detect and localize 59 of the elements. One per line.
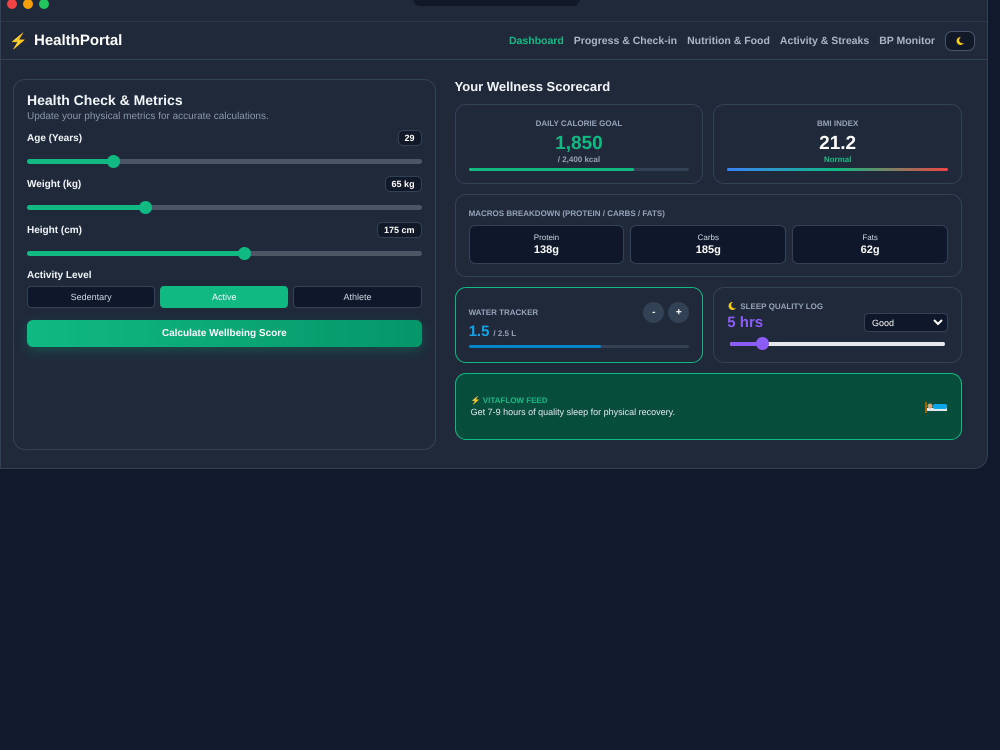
card-label: MACROS BREAKDOWN (PROTEIN / CARBS / FATS) <box>468 209 666 218</box>
sleep-slider[interactable] <box>730 337 945 350</box>
close-dot[interactable] <box>7 0 17 8</box>
increase-button[interactable]: + <box>668 302 690 323</box>
scorecard-title: Your Wellness Scorecard <box>454 79 612 94</box>
calorie-target: / 2,400 kcal <box>558 155 600 164</box>
macro-name: Carbs <box>698 233 719 242</box>
brand-name: HealthPortal <box>34 32 122 50</box>
nav-link[interactable]: BP Monitor <box>879 34 935 46</box>
slider-value: 29 <box>398 130 422 146</box>
maximize-dot[interactable] <box>39 0 49 8</box>
slider-label: Age (Years) <box>27 132 82 144</box>
bolt-icon: ⚡ <box>9 32 28 50</box>
slider-value: 65 kg <box>384 176 422 192</box>
feed-label: VITAFLOW FEED <box>482 396 548 405</box>
slider[interactable] <box>27 155 422 168</box>
theme-toggle-button[interactable] <box>945 30 975 50</box>
nav-link[interactable]: Activity & Streaks <box>780 34 870 46</box>
card-label: WATER TRACKER <box>468 308 538 317</box>
activity-label: Activity Level <box>27 270 92 281</box>
card-label: DAILY CALORIE GOAL <box>536 119 622 128</box>
nav-link[interactable]: Dashboard <box>508 34 564 46</box>
water-unit: / 2.5 L <box>493 329 516 338</box>
macro-name: Protein <box>534 233 560 242</box>
slider-label: Weight (kg) <box>27 178 82 190</box>
macro-name: Fats <box>862 233 878 242</box>
quality-select[interactable]: Good <box>864 313 948 332</box>
macro-value: 185g <box>696 244 721 256</box>
water-value: 1.5 <box>468 323 490 340</box>
bmi-value: 21.2 <box>819 133 856 155</box>
panel-title: Health Check & Metrics <box>27 92 184 108</box>
card-label: BMI INDEX <box>816 119 858 128</box>
slider[interactable] <box>27 201 422 214</box>
activity-option[interactable]: Athlete <box>293 286 422 308</box>
macro-value: 62g <box>860 244 880 256</box>
slider-thumb[interactable] <box>107 155 120 168</box>
moon-icon <box>955 36 965 46</box>
slider[interactable] <box>27 247 422 260</box>
slider-thumb[interactable] <box>138 201 152 214</box>
sleep-slider-thumb[interactable] <box>756 337 769 350</box>
bmi-status: Normal <box>824 155 852 164</box>
nav-link[interactable]: Nutrition & Food <box>687 34 770 46</box>
card-label: SLEEP QUALITY LOG <box>740 302 824 310</box>
sleep-value: 5 hrs <box>727 314 764 331</box>
macro-value: 138g <box>534 244 559 256</box>
minimize-dot[interactable] <box>23 0 33 8</box>
slider-thumb[interactable] <box>238 247 250 260</box>
slider-label: Height (cm) <box>27 224 82 236</box>
calorie-value: 1,850 <box>555 133 603 155</box>
bed-icon <box>925 400 947 412</box>
slider-value: 175 cm <box>377 222 422 238</box>
nav-link[interactable]: Progress & Check-in <box>574 34 678 46</box>
feed-message: Get 7-9 hours of quality sleep for physical recovery. <box>470 407 675 417</box>
bolt-icon: ⚡ <box>470 396 481 405</box>
chevron-down-icon <box>933 319 943 326</box>
moon-icon <box>727 301 738 311</box>
activity-option[interactable]: Sedentary <box>27 286 156 308</box>
panel-subtitle: Update your physical metrics for accurate calculations. <box>27 111 270 122</box>
decrease-button[interactable]: - <box>643 302 664 323</box>
